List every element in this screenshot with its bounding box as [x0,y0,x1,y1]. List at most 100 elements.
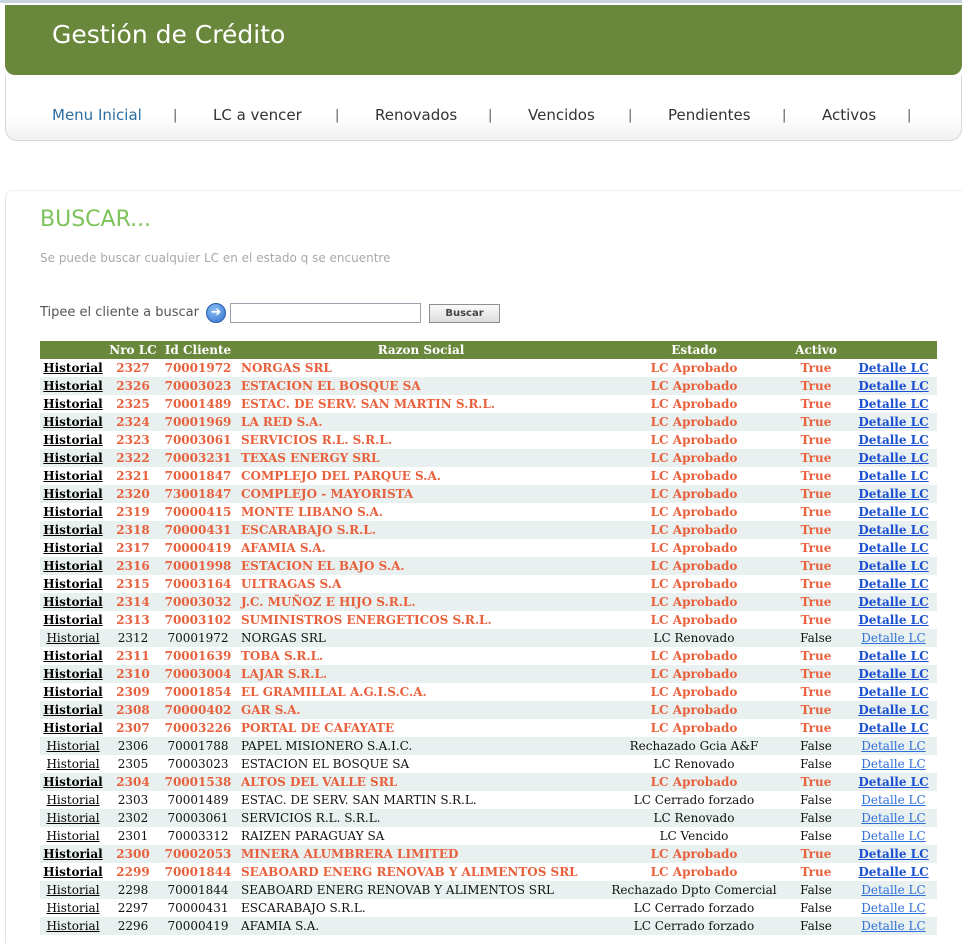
nav-item-renovados[interactable]: Renovados [375,106,457,124]
history-link[interactable]: Historial [46,901,99,915]
detail-link[interactable]: Detalle LC [858,451,928,465]
detail-link[interactable]: Detalle LC [861,757,925,771]
table-cell: Detalle LC [850,683,937,701]
table-cell: LC Cerrado forzado [606,791,782,809]
detail-link[interactable]: Detalle LC [861,919,925,933]
cell-estado: LC Aprobado [650,775,738,789]
table-cell: ESTACION EL BOSQUE SA [236,377,606,395]
history-link[interactable]: Historial [43,847,102,861]
history-link[interactable]: Historial [46,631,99,645]
detail-link[interactable]: Detalle LC [858,685,928,699]
detail-link[interactable]: Detalle LC [858,775,928,789]
history-link[interactable]: Historial [43,577,102,591]
history-link[interactable]: Historial [43,397,102,411]
detail-link[interactable]: Detalle LC [858,379,928,393]
history-link[interactable]: Historial [43,703,102,717]
nav-item-vencidos[interactable]: Vencidos [528,106,595,124]
table-row: Historial 2296 70000419 AFAMIA S.A. LC Cerra… [40,917,937,935]
table-cell: Historial [40,719,106,737]
history-link[interactable]: Historial [43,451,102,465]
detail-link[interactable]: Detalle LC [861,883,925,897]
history-link[interactable]: Historial [43,415,102,429]
detail-link[interactable]: Detalle LC [858,595,928,609]
detail-link[interactable]: Detalle LC [858,649,928,663]
table-cell: 2317 [106,539,160,557]
table-cell: Detalle LC [850,827,937,845]
nav-item-menu-inicial[interactable]: Menu Inicial [52,106,142,124]
table-cell: True [782,575,850,593]
history-link[interactable]: Historial [43,505,102,519]
detail-link[interactable]: Detalle LC [858,397,928,411]
cell-nro-lc: 2326 [116,379,150,393]
history-link[interactable]: Historial [43,775,102,789]
detail-link[interactable]: Detalle LC [861,631,925,645]
table-cell: Detalle LC [850,575,937,593]
history-link[interactable]: Historial [43,379,102,393]
history-link[interactable]: Historial [43,649,102,663]
history-link[interactable]: Historial [43,685,102,699]
table-cell: Historial [40,467,106,485]
nav-item-lc-a-vencer[interactable]: LC a vencer [213,106,302,124]
detail-link[interactable]: Detalle LC [858,415,928,429]
detail-link[interactable]: Detalle LC [858,523,928,537]
search-button[interactable]: Buscar [429,304,500,323]
arrow-right-circle-icon[interactable]: ➜ [206,303,226,323]
table-row: Historial 2312 70001972 NORGAS SRL LC Renova… [40,629,937,647]
table-cell: Detalle LC [850,449,937,467]
detail-link[interactable]: Detalle LC [858,703,928,717]
detail-link[interactable]: Detalle LC [858,541,928,555]
history-link[interactable]: Historial [46,739,99,753]
history-link[interactable]: Historial [46,829,99,843]
table-cell: Historial [40,557,106,575]
history-link[interactable]: Historial [46,811,99,825]
detail-link[interactable]: Detalle LC [858,865,928,879]
detail-link[interactable]: Detalle LC [858,721,928,735]
client-search-input[interactable] [230,303,421,323]
history-link[interactable]: Historial [43,469,102,483]
detail-link[interactable]: Detalle LC [861,811,925,825]
history-link[interactable]: Historial [43,361,102,375]
table-cell: Detalle LC [850,503,937,521]
history-link[interactable]: Historial [43,667,102,681]
history-link[interactable]: Historial [43,613,102,627]
history-link[interactable]: Historial [43,433,102,447]
detail-link[interactable]: Detalle LC [858,487,928,501]
cell-estado: LC Aprobado [650,685,738,699]
detail-link[interactable]: Detalle LC [858,667,928,681]
history-link[interactable]: Historial [43,559,102,573]
history-link[interactable]: Historial [46,757,99,771]
history-link[interactable]: Historial [46,793,99,807]
history-link[interactable]: Historial [46,919,99,933]
detail-link[interactable]: Detalle LC [858,505,928,519]
table-cell: 2321 [106,467,160,485]
cell-id-cliente: 70000415 [164,505,232,519]
history-link[interactable]: Historial [43,523,102,537]
detail-link[interactable]: Detalle LC [861,829,925,843]
detail-link[interactable]: Detalle LC [858,559,928,573]
cell-activo: True [800,865,832,879]
history-link[interactable]: Historial [43,721,102,735]
cell-estado: LC Aprobado [650,505,738,519]
detail-link[interactable]: Detalle LC [858,847,928,861]
history-link[interactable]: Historial [43,865,102,879]
table-cell: Historial [40,899,106,917]
detail-link[interactable]: Detalle LC [861,739,925,753]
cell-razon-social: LAJAR S.R.L. [241,667,328,681]
table-cell: 73001847 [160,485,236,503]
detail-link[interactable]: Detalle LC [861,901,925,915]
history-link[interactable]: Historial [43,595,102,609]
history-link[interactable]: Historial [43,487,102,501]
history-link[interactable]: Historial [46,883,99,897]
detail-link[interactable]: Detalle LC [861,793,925,807]
detail-link[interactable]: Detalle LC [858,433,928,447]
cell-nro-lc: 2314 [116,595,150,609]
table-cell: Detalle LC [850,485,937,503]
nav-item-activos[interactable]: Activos [822,106,876,124]
table-cell: 2296 [106,917,160,935]
history-link[interactable]: Historial [43,541,102,555]
detail-link[interactable]: Detalle LC [858,469,928,483]
detail-link[interactable]: Detalle LC [858,577,928,591]
nav-item-pendientes[interactable]: Pendientes [668,106,751,124]
detail-link[interactable]: Detalle LC [858,613,928,627]
detail-link[interactable]: Detalle LC [858,361,928,375]
